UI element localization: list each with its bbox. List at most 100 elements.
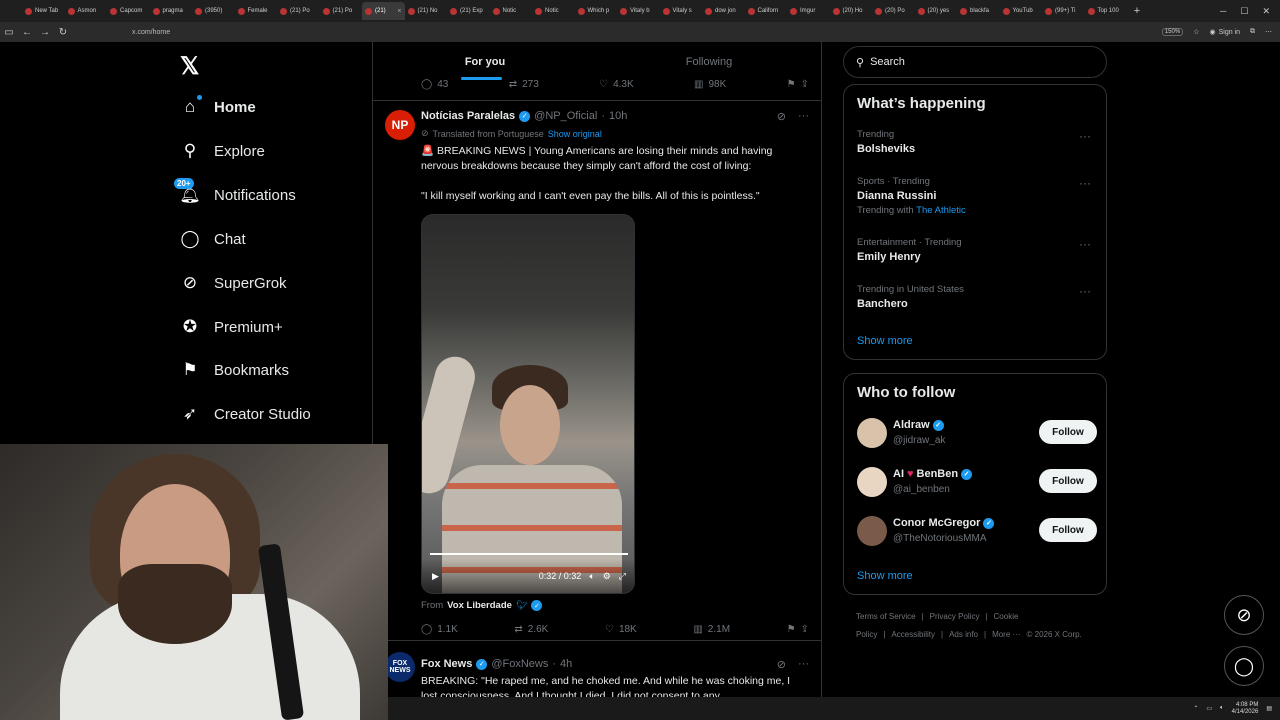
source-account-link[interactable]: Vox Liberdade [447, 600, 512, 611]
menu-icon[interactable]: ⋯ [1265, 28, 1272, 36]
author-handle[interactable]: @NP_Oficial [534, 110, 597, 122]
maximize-icon[interactable]: ☐ [1240, 6, 1248, 17]
network-icon[interactable]: ▭ [1206, 705, 1212, 712]
browser-tab[interactable]: (21) × [362, 2, 405, 20]
follow-suggestion[interactable]: Conor McGregor ✓ @TheNotoriousMMA Follow [857, 516, 1097, 550]
avatar[interactable] [857, 467, 887, 497]
footer-link[interactable]: © 2026 X Corp. [1027, 630, 1082, 639]
nav-supergrok[interactable]: ⊘ SuperGrok [180, 273, 287, 293]
browser-tab[interactable]: New Tab [22, 2, 65, 20]
tweet-time[interactable]: 10h [609, 110, 627, 122]
more-icon[interactable]: ··· [1079, 237, 1091, 251]
browser-tab[interactable]: Notic [532, 2, 575, 20]
footer-link[interactable]: Ads info [949, 630, 978, 639]
play-icon[interactable]: ▶ [432, 571, 439, 582]
x-logo-icon[interactable]: 𝕏 [180, 52, 199, 81]
follow-button[interactable]: Follow [1039, 420, 1097, 444]
bookmark-icon[interactable]: ⚑ [787, 624, 796, 635]
favorite-star-icon[interactable]: ☆ [1193, 28, 1199, 36]
author-handle[interactable]: @FoxNews [491, 658, 548, 670]
browser-tab[interactable]: (20) Ho [830, 2, 873, 20]
reload-icon[interactable]: ↻ [54, 27, 72, 38]
nav-notifications[interactable]: 🔔︎ 20+ Notifications [174, 178, 296, 205]
avatar[interactable]: NP [385, 110, 415, 140]
forward-icon[interactable]: → [36, 27, 54, 38]
close-window-icon[interactable]: ✕ [1262, 6, 1270, 17]
footer-link[interactable]: Privacy Policy [930, 612, 980, 621]
reply-button[interactable]: ◯ 1.1K [421, 624, 458, 635]
nav-explore[interactable]: ⚲ Explore [180, 141, 265, 161]
share-icon[interactable]: ⇪ [801, 624, 809, 635]
more-icon[interactable]: ··· [798, 110, 809, 123]
tweet-video[interactable]: ▶ 0:32 / 0:32 🔈︎ ⚙ ⤢ [421, 214, 635, 594]
more-icon[interactable]: ··· [1079, 284, 1091, 298]
follow-suggestion[interactable]: AI ♥ BenBen ✓ @ai_benben Follow [857, 467, 1097, 501]
browser-tab[interactable]: YouTub [1000, 2, 1043, 20]
views-button[interactable]: ▥ 2.1M [693, 624, 730, 635]
trend-item[interactable]: Trending Bolsheviks ··· [857, 129, 1097, 155]
fullscreen-icon[interactable]: ⤢ [619, 571, 626, 582]
messages-fab-icon[interactable]: ◯ [1224, 646, 1264, 686]
browser-tab[interactable]: (21) Po [320, 2, 363, 20]
follow-button[interactable]: Follow [1039, 518, 1097, 542]
grok-icon[interactable]: ⊘ [777, 658, 786, 671]
search-input[interactable]: ⚲ Search [843, 46, 1107, 78]
browser-tab[interactable]: (21) Exp [447, 2, 490, 20]
zoom-indicator[interactable]: 150% [1161, 28, 1184, 36]
notification-center-icon[interactable]: ▤ [1266, 705, 1272, 712]
avatar[interactable] [857, 516, 887, 546]
browser-tab[interactable]: Vitaly b [617, 2, 660, 20]
follow-button[interactable]: Follow [1039, 469, 1097, 493]
browser-tab[interactable]: Vitaly s [660, 2, 703, 20]
browser-tab[interactable]: Which p [575, 2, 618, 20]
browser-tab[interactable]: (21) No [405, 2, 448, 20]
footer-link[interactable]: Terms of Service [856, 612, 916, 621]
more-icon[interactable]: ··· [798, 658, 809, 671]
new-tab-button[interactable]: + [1127, 5, 1147, 17]
grok-fab-icon[interactable]: ⊘ [1224, 595, 1264, 635]
browser-tab[interactable]: Notic [490, 2, 533, 20]
browser-tab[interactable]: blackfa [957, 2, 1000, 20]
browser-tab[interactable]: (21) Po [277, 2, 320, 20]
volume-icon[interactable]: 🔈︎ [1220, 705, 1224, 712]
settings-icon[interactable]: ⚙ [603, 571, 611, 582]
browser-tab[interactable]: Capcom [107, 2, 150, 20]
tab-following[interactable]: Following [597, 42, 821, 82]
tab-close-icon[interactable]: × [397, 8, 401, 15]
more-icon[interactable]: ··· [1079, 176, 1091, 190]
trend-item[interactable]: Entertainment · Trending Emily Henry ··· [857, 237, 1097, 263]
browser-tab[interactable]: (20) yes [915, 2, 958, 20]
tray-chevron-icon[interactable]: ⌃ [1193, 705, 1198, 712]
nav-chat[interactable]: ◯ Chat [180, 229, 245, 249]
back-icon[interactable]: ← [18, 27, 36, 38]
extensions-icon[interactable]: ⧉ [1250, 28, 1255, 36]
like-button[interactable]: ♡ 18K [605, 624, 637, 635]
trend-item[interactable]: Sports · Trending Dianna Russini Trendin… [857, 176, 1097, 216]
tweet-noticias-paralelas[interactable]: NP Notícias Paralelas ✓ @NP_Oficial · 10… [373, 100, 821, 640]
trend-item[interactable]: Trending in United States Banchero ··· [857, 284, 1097, 310]
more-icon[interactable]: ··· [1079, 129, 1091, 143]
avatar[interactable]: FOX NEWS [385, 652, 415, 682]
browser-tab[interactable]: Californ [745, 2, 788, 20]
browser-tab[interactable]: pragma [150, 2, 193, 20]
sidebar-toggle-icon[interactable]: ▭ [0, 27, 18, 38]
author-name[interactable]: Fox News [421, 658, 472, 670]
browser-tab[interactable]: (20) Po [872, 2, 915, 20]
show-more-link[interactable]: Show more [857, 570, 913, 582]
browser-tab[interactable]: Asmon [65, 2, 108, 20]
browser-tab[interactable]: Imgur [787, 2, 830, 20]
trending-with-link[interactable]: The Athletic [916, 205, 966, 216]
nav-bookmarks[interactable]: ⚑ Bookmarks [180, 360, 289, 380]
show-original-link[interactable]: Show original [548, 129, 602, 139]
tweet-fox-news[interactable]: FOX NEWS Fox News ✓ @FoxNews · 4h ⊘ ··· … [373, 648, 821, 697]
taskbar-clock[interactable]: 4:08 PM 4/14/2026 [1232, 702, 1259, 716]
video-progress-bar[interactable] [430, 553, 628, 555]
browser-tab[interactable]: Female [235, 2, 278, 20]
author-name[interactable]: Notícias Paralelas [421, 110, 515, 122]
browser-tab[interactable]: Top 100 [1085, 2, 1128, 20]
nav-creator-studio[interactable]: ➶ Creator Studio [180, 404, 311, 424]
grok-icon[interactable]: ⊘ [777, 110, 786, 123]
url-field[interactable]: x.com/home [132, 29, 170, 36]
avatar[interactable] [857, 418, 887, 448]
repost-button[interactable]: ⇄ 2.6K [514, 624, 548, 635]
